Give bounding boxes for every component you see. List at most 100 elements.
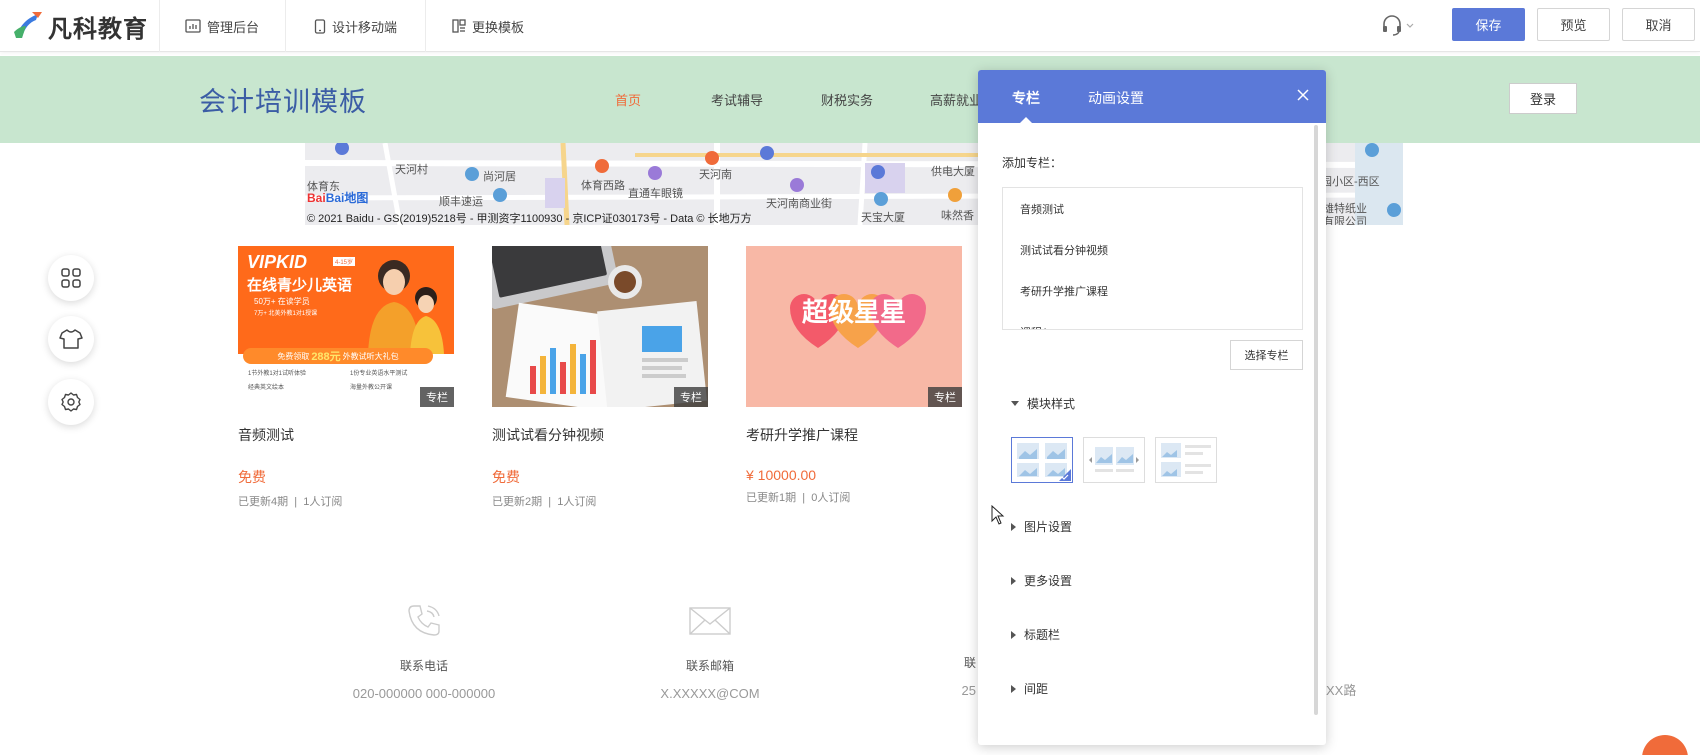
map-label: 尚河居 [483, 171, 516, 183]
nav-career[interactable]: 高薪就业 [930, 90, 982, 109]
mobile-design-label: 设计移动端 [332, 19, 398, 35]
map-poi-icon [874, 192, 888, 206]
tab-column[interactable]: 专栏 [1012, 88, 1040, 108]
column-list[interactable]: 音频测试 测试试看分钟视频 考研升学推广课程 课程1 [1002, 187, 1303, 330]
column-settings-panel: 专栏 动画设置 添加专栏： 音频测试 测试试看分钟视频 考研升学推广课程 课程1… [978, 70, 1326, 745]
contact-partial: 联 25 [880, 600, 976, 698]
style-option-grid[interactable] [1011, 437, 1073, 483]
select-column-button[interactable]: 选择专栏 [1230, 340, 1303, 370]
mobile-design-link[interactable]: 设计移动端 [314, 0, 397, 52]
close-icon[interactable] [1296, 88, 1310, 105]
add-column-label: 添加专栏： [1002, 156, 1063, 170]
map-poi-icon [648, 166, 662, 180]
contact-email: 联系邮箱 X.XXXXX@COM [610, 600, 810, 701]
site-header: 会计培训模板 首页 考试辅导 财税实务 高薪就业 登录 [0, 56, 1700, 143]
map-poi-icon [705, 151, 719, 165]
contact-label: 联 [963, 656, 976, 670]
column-badge: 专栏 [674, 387, 708, 407]
course-subscribers: 0人订阅 [811, 492, 851, 504]
nav-tax[interactable]: 财税实务 [821, 90, 873, 109]
map-label: 味然香 [941, 210, 974, 222]
section-spacing[interactable]: 间距 [1011, 680, 1048, 697]
panel-scrollbar[interactable] [1314, 125, 1318, 715]
column-list-item[interactable]: 考研升学推广课程 [1003, 270, 1302, 311]
map-copyright: © 2021 Baidu - GS(2019)5218号 - 甲测资字11009… [307, 213, 752, 225]
course-meta: 已更新4期 | 1人订阅 [238, 496, 343, 508]
save-button[interactable]: 保存 [1452, 8, 1525, 41]
caret-right-icon [1011, 630, 1016, 639]
caret-down-icon [1011, 401, 1019, 406]
support-headset-icon[interactable] [1381, 14, 1415, 39]
section-label: 图片设置 [1024, 520, 1073, 534]
course-card[interactable]: VIPKID 4-15岁 在线青少儿英语 50万+ 在读学员 7万+ 北美外教1… [238, 246, 454, 509]
vipkid-age-tag: 4-15岁 [333, 257, 356, 266]
vipkid-cta-pre: 免费领取 [277, 351, 310, 361]
site-title: 会计培训模板 [199, 87, 367, 117]
vipkid-benefit: 海量外教公开课 [350, 385, 393, 391]
baidu-map-logo: BaiBai地图 [307, 191, 369, 205]
toolbar-divider [159, 0, 160, 52]
floating-action-button[interactable] [1642, 735, 1688, 755]
mobile-icon [314, 18, 326, 34]
change-template-link[interactable]: 更换模板 [452, 0, 524, 52]
active-tab-indicator [1020, 117, 1032, 123]
section-more-settings[interactable]: 更多设置 [1011, 572, 1072, 589]
course-price: 免费 [492, 469, 520, 485]
editor-toolbar: 凡科教育 管理后台 设计移动端 更换模板 保存 预览 取消 [0, 0, 1700, 52]
map-label: 天河村 [395, 164, 428, 176]
course-price: 免费 [238, 469, 266, 485]
contact-label: 联系电话 [399, 659, 448, 673]
logo[interactable]: 凡科教育 [12, 8, 148, 44]
section-label: 标题栏 [1024, 628, 1061, 642]
map-poi-icon [465, 167, 479, 181]
column-badge: 专栏 [420, 387, 454, 407]
map-label: 天宝大厦 [861, 212, 905, 224]
course-title: 音频测试 [238, 427, 294, 443]
shirt-icon [59, 329, 83, 349]
map-poi-icon [948, 188, 962, 202]
course-cover-vipkid: VIPKID 4-15岁 在线青少儿英语 50万+ 在读学员 7万+ 北美外教1… [238, 246, 454, 407]
vipkid-benefit: 1节外教1对1试听体验 [248, 371, 307, 377]
course-meta: 已更新2期 | 1人订阅 [492, 496, 597, 508]
column-list-item[interactable]: 音频测试 [1003, 188, 1302, 229]
cancel-button[interactable]: 取消 [1622, 8, 1695, 41]
chart-icon [185, 19, 201, 33]
map-poi-icon [1387, 203, 1401, 217]
modules-button[interactable] [48, 255, 94, 301]
map-poi-icon [790, 178, 804, 192]
location-icon [1326, 600, 1386, 640]
nav-exam[interactable]: 考试辅导 [711, 90, 763, 109]
admin-link[interactable]: 管理后台 [185, 0, 259, 52]
map-label: 天河南 [699, 169, 732, 181]
map-label: 直通车眼镜 [628, 188, 683, 200]
map-label: 顺丰速运 [439, 196, 483, 208]
section-module-style[interactable]: 模块样式 [1011, 395, 1075, 412]
panel-header: 专栏 动画设置 [978, 70, 1326, 123]
style-option-list[interactable] [1155, 437, 1217, 483]
map-label: 有限公司 [1323, 216, 1367, 225]
section-title-bar[interactable]: 标题栏 [1011, 626, 1060, 643]
theme-button[interactable] [48, 316, 94, 362]
phone-icon [408, 605, 440, 636]
course-meta: 已更新1期 | 0人订阅 [746, 492, 851, 504]
section-label: 间距 [1024, 682, 1049, 696]
course-cover-hearts: 超级星星 专栏 [746, 246, 962, 407]
preview-button[interactable]: 预览 [1537, 8, 1610, 41]
course-card[interactable]: 超级星星 专栏 考研升学推广课程 ¥ 10000.00 已更新1期 | 0人订阅 [746, 246, 962, 505]
contact-value: 25 [961, 683, 976, 698]
section-label: 模块样式 [1027, 397, 1076, 411]
course-subscribers: 1人订阅 [303, 496, 343, 508]
style-option-carousel[interactable] [1083, 437, 1145, 483]
nav-home[interactable]: 首页 [615, 90, 641, 109]
column-list-item[interactable]: 课程1 [1003, 311, 1302, 330]
column-list-item[interactable]: 测试试看分钟视频 [1003, 229, 1302, 270]
settings-button[interactable] [48, 379, 94, 425]
tab-animation[interactable]: 动画设置 [1088, 88, 1144, 108]
gear-icon [61, 392, 81, 412]
section-image-settings[interactable]: 图片设置 [1011, 518, 1072, 535]
login-button[interactable]: 登录 [1509, 83, 1577, 114]
contact-label [1326, 654, 1386, 668]
course-card[interactable]: 专栏 测试试看分钟视频 免费 已更新2期 | 1人订阅 [492, 246, 708, 509]
map-label: 体育西路 [581, 180, 625, 192]
person-icon [880, 600, 976, 640]
